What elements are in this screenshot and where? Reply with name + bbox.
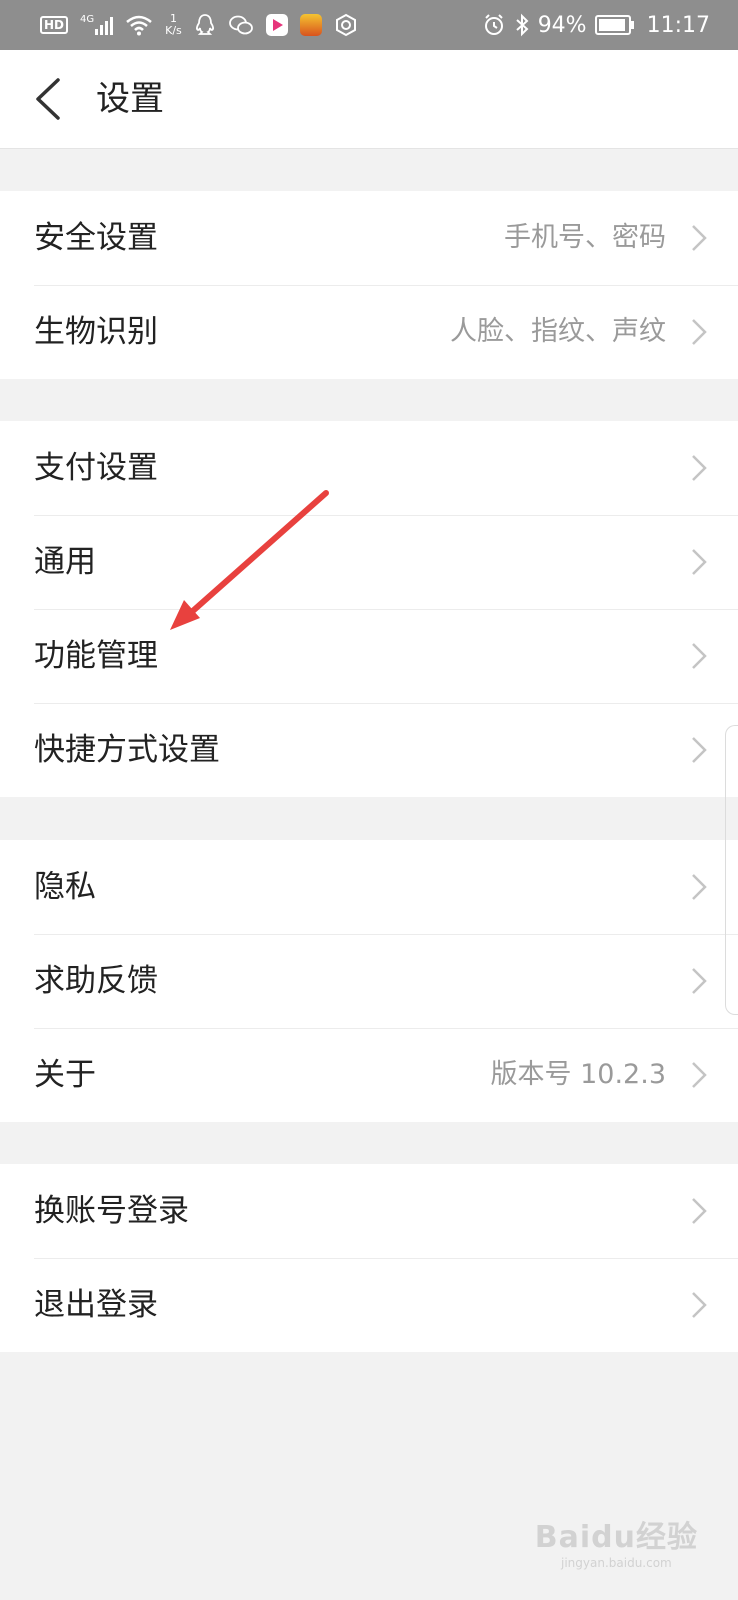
settings-item-value: 手机号、密码 (504, 222, 666, 253)
settings-item-label: 通用 (34, 544, 96, 580)
settings-item-label: 求助反馈 (34, 963, 158, 999)
watermark-main: Baidu经验 (534, 1520, 698, 1555)
settings-group-account-security: 安全设置 手机号、密码 生物识别 人脸、指纹、声纹 (0, 191, 738, 379)
status-bar-left: HD 4G 1 K/s (40, 0, 358, 50)
hd-icon: HD (40, 16, 69, 34)
video-app-icon (265, 14, 288, 36)
settings-item-about[interactable]: 关于 版本号 10.2.3 (0, 1028, 738, 1122)
chevron-right-icon (692, 225, 707, 251)
qq-icon (195, 14, 214, 35)
settings-item-label: 换账号登录 (34, 1193, 189, 1229)
alarm-icon (484, 14, 503, 35)
status-bar-right: 94% 11:17 (482, 0, 710, 50)
battery-percent: 94% (537, 12, 587, 38)
settings-item-value: 人脸、指纹、声纹 (450, 316, 666, 347)
network-type-label: 4G (80, 14, 95, 25)
chevron-right-icon (692, 968, 707, 994)
settings-item-label: 快捷方式设置 (34, 732, 220, 768)
page-title: 设置 (96, 79, 164, 119)
settings-item-value: 版本号 10.2.3 (490, 1059, 666, 1090)
settings-item-security[interactable]: 安全设置 手机号、密码 (0, 191, 738, 285)
battery-icon (594, 15, 634, 35)
top-app-bar: 设置 (0, 50, 738, 149)
chevron-right-icon (692, 1292, 707, 1318)
settings-item-switch-account[interactable]: 换账号登录 (0, 1164, 738, 1258)
chevron-right-icon (692, 737, 707, 763)
settings-item-label: 退出登录 (34, 1287, 158, 1323)
chevron-right-icon (692, 1062, 707, 1088)
chevron-right-icon (692, 455, 707, 481)
watermark-sub: jingyan.baidu.com (561, 1556, 672, 1570)
back-button[interactable] (26, 72, 76, 126)
chevron-right-icon (692, 549, 707, 575)
chevron-right-icon (692, 1198, 707, 1224)
network-speed: 1 K/s (165, 13, 182, 37)
battery-level-fill (598, 19, 625, 31)
chevron-right-icon (692, 319, 707, 345)
settings-item-help-feedback[interactable]: 求助反馈 (0, 934, 738, 1028)
network-speed-unit: K/s (165, 24, 182, 37)
status-bar: HD 4G 1 K/s 94% 11:17 (0, 0, 738, 50)
settings-group-general: 支付设置 通用 功能管理 快捷方式设置 (0, 421, 738, 797)
settings-item-privacy[interactable]: 隐私 (0, 840, 738, 934)
settings-item-label: 生物识别 (34, 314, 158, 350)
settings-item-shortcuts[interactable]: 快捷方式设置 (0, 703, 738, 797)
settings-item-logout[interactable]: 退出登录 (0, 1258, 738, 1352)
settings-item-label: 安全设置 (34, 220, 158, 256)
settings-item-biometrics[interactable]: 生物识别 人脸、指纹、声纹 (0, 285, 738, 379)
chevron-right-icon (692, 643, 707, 669)
game-app-icon (299, 14, 322, 36)
settings-group-support: 隐私 求助反馈 关于 版本号 10.2.3 (0, 840, 738, 1122)
settings-item-label: 功能管理 (34, 638, 158, 674)
wechat-icon (228, 15, 253, 35)
settings-item-label: 隐私 (34, 869, 96, 905)
settings-item-feature-management[interactable]: 功能管理 (0, 609, 738, 703)
settings-group-account: 换账号登录 退出登录 (0, 1164, 738, 1352)
scroll-edge-indicator (725, 725, 738, 1015)
clock: 11:17 (646, 12, 710, 38)
settings-item-label: 关于 (34, 1057, 96, 1093)
baidu-watermark: Baidu经验 jingyan.baidu.com (535, 1512, 698, 1570)
bluetooth-icon (516, 13, 529, 37)
settings-item-label: 支付设置 (34, 450, 158, 486)
wifi-icon (126, 15, 152, 36)
back-chevron-icon (36, 78, 60, 120)
chevron-right-icon (692, 874, 707, 900)
settings-item-general[interactable]: 通用 (0, 515, 738, 609)
signal-icon: 4G (80, 14, 114, 35)
settings-app-icon (335, 13, 356, 37)
settings-item-payment[interactable]: 支付设置 (0, 421, 738, 515)
